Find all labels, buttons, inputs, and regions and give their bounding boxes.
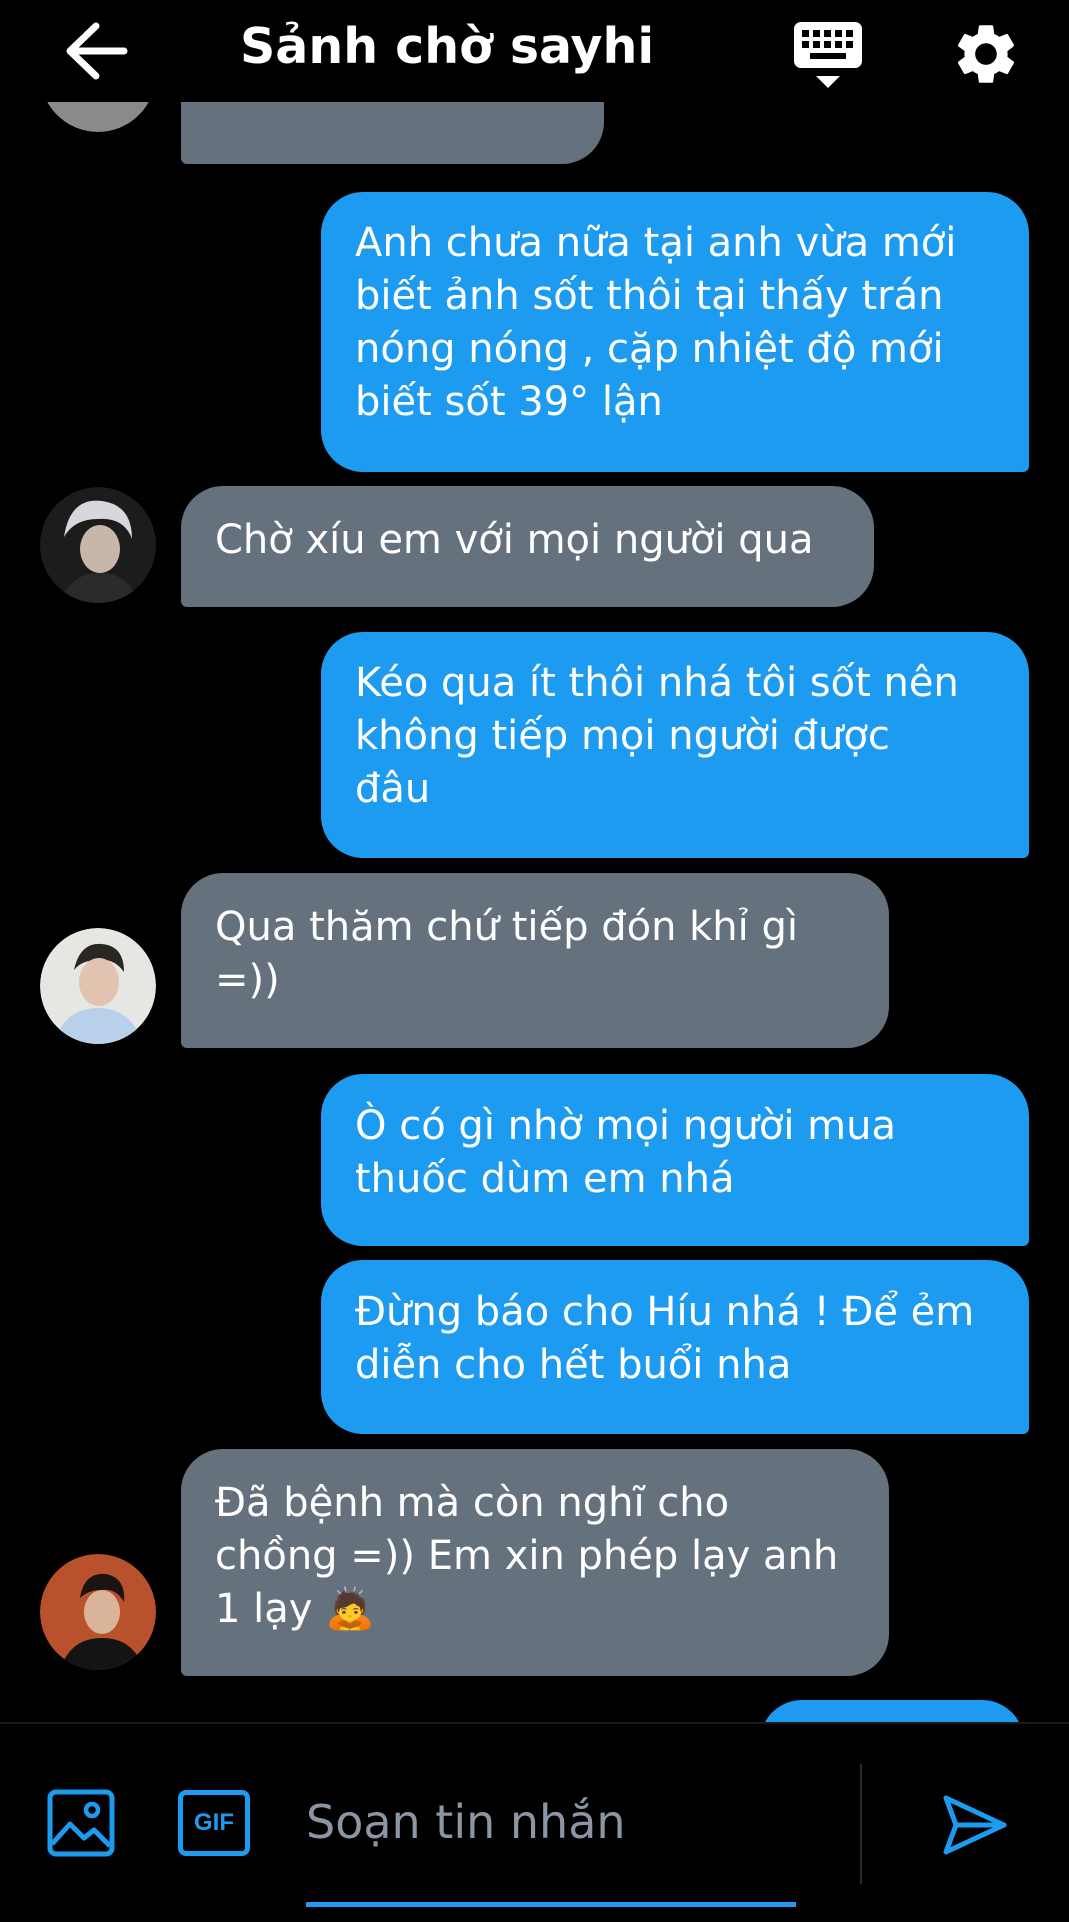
message-bubble-outgoing[interactable] xyxy=(760,1700,1024,1722)
input-underline xyxy=(306,1902,796,1907)
message-text: Chờ xíu em với mọi người qua xyxy=(215,517,814,563)
send-icon xyxy=(943,1795,1007,1855)
send-button[interactable] xyxy=(940,1790,1010,1860)
message-bubble-outgoing[interactable]: Đừng báo cho Híu nhá ! Để ẻm diễn cho hế… xyxy=(321,1260,1029,1434)
gif-button[interactable]: GIF xyxy=(178,1790,250,1856)
message-text: Kéo qua ít thôi nhá tôi sốt nên không ti… xyxy=(355,660,959,812)
composer-bar: GIF xyxy=(0,1722,1069,1922)
message-text: Qua thăm chứ tiếp đón khỉ gì =)) xyxy=(215,904,798,1003)
message-input[interactable] xyxy=(306,1782,806,1862)
message-bubble-outgoing[interactable]: Anh chưa nữa tại anh vừa mới biết ảnh số… xyxy=(321,192,1029,472)
message-text: Đã bệnh mà còn nghĩ cho chồng =)) Em xin… xyxy=(215,1480,839,1632)
avatar[interactable] xyxy=(40,487,156,603)
arrow-left-icon xyxy=(66,22,128,80)
divider xyxy=(860,1764,862,1884)
keyboard-icon xyxy=(794,22,862,88)
message-bubble-incoming[interactable]: Qua thăm chứ tiếp đón khỉ gì =)) xyxy=(181,873,889,1048)
keyboard-button[interactable] xyxy=(790,20,866,92)
avatar[interactable] xyxy=(40,102,156,132)
message-bubble-incoming[interactable]: Đã bệnh mà còn nghĩ cho chồng =)) Em xin… xyxy=(181,1449,889,1676)
avatar[interactable] xyxy=(40,1554,156,1670)
message-bubble-outgoing[interactable]: Kéo qua ít thôi nhá tôi sốt nên không ti… xyxy=(321,632,1029,858)
message-text: Anh chưa nữa tại anh vừa mới biết ảnh số… xyxy=(355,220,957,425)
message-list[interactable]: Anh chưa nữa tại anh vừa mới biết ảnh số… xyxy=(0,102,1069,1722)
chat-title: Sảnh chờ sayhi xyxy=(240,18,655,75)
avatar[interactable] xyxy=(40,928,156,1044)
gif-icon: GIF xyxy=(194,1809,234,1836)
message-text: Đừng báo cho Híu nhá ! Để ẻm diễn cho hế… xyxy=(355,1289,975,1388)
message-bubble-incoming[interactable]: Chờ xíu em với mọi người qua xyxy=(181,486,874,607)
image-icon xyxy=(47,1789,115,1857)
message-bubble-outgoing[interactable]: Ò có gì nhờ mọi người mua thuốc dùm em n… xyxy=(321,1074,1029,1246)
message-text: Ò có gì nhờ mọi người mua thuốc dùm em n… xyxy=(355,1103,896,1202)
top-bar: Sảnh chờ sayhi xyxy=(0,0,1069,102)
message-bubble-incoming[interactable] xyxy=(181,102,604,164)
settings-button[interactable] xyxy=(950,18,1022,90)
attach-image-button[interactable] xyxy=(46,1788,116,1858)
gear-icon xyxy=(957,25,1015,83)
back-button[interactable] xyxy=(60,20,132,82)
